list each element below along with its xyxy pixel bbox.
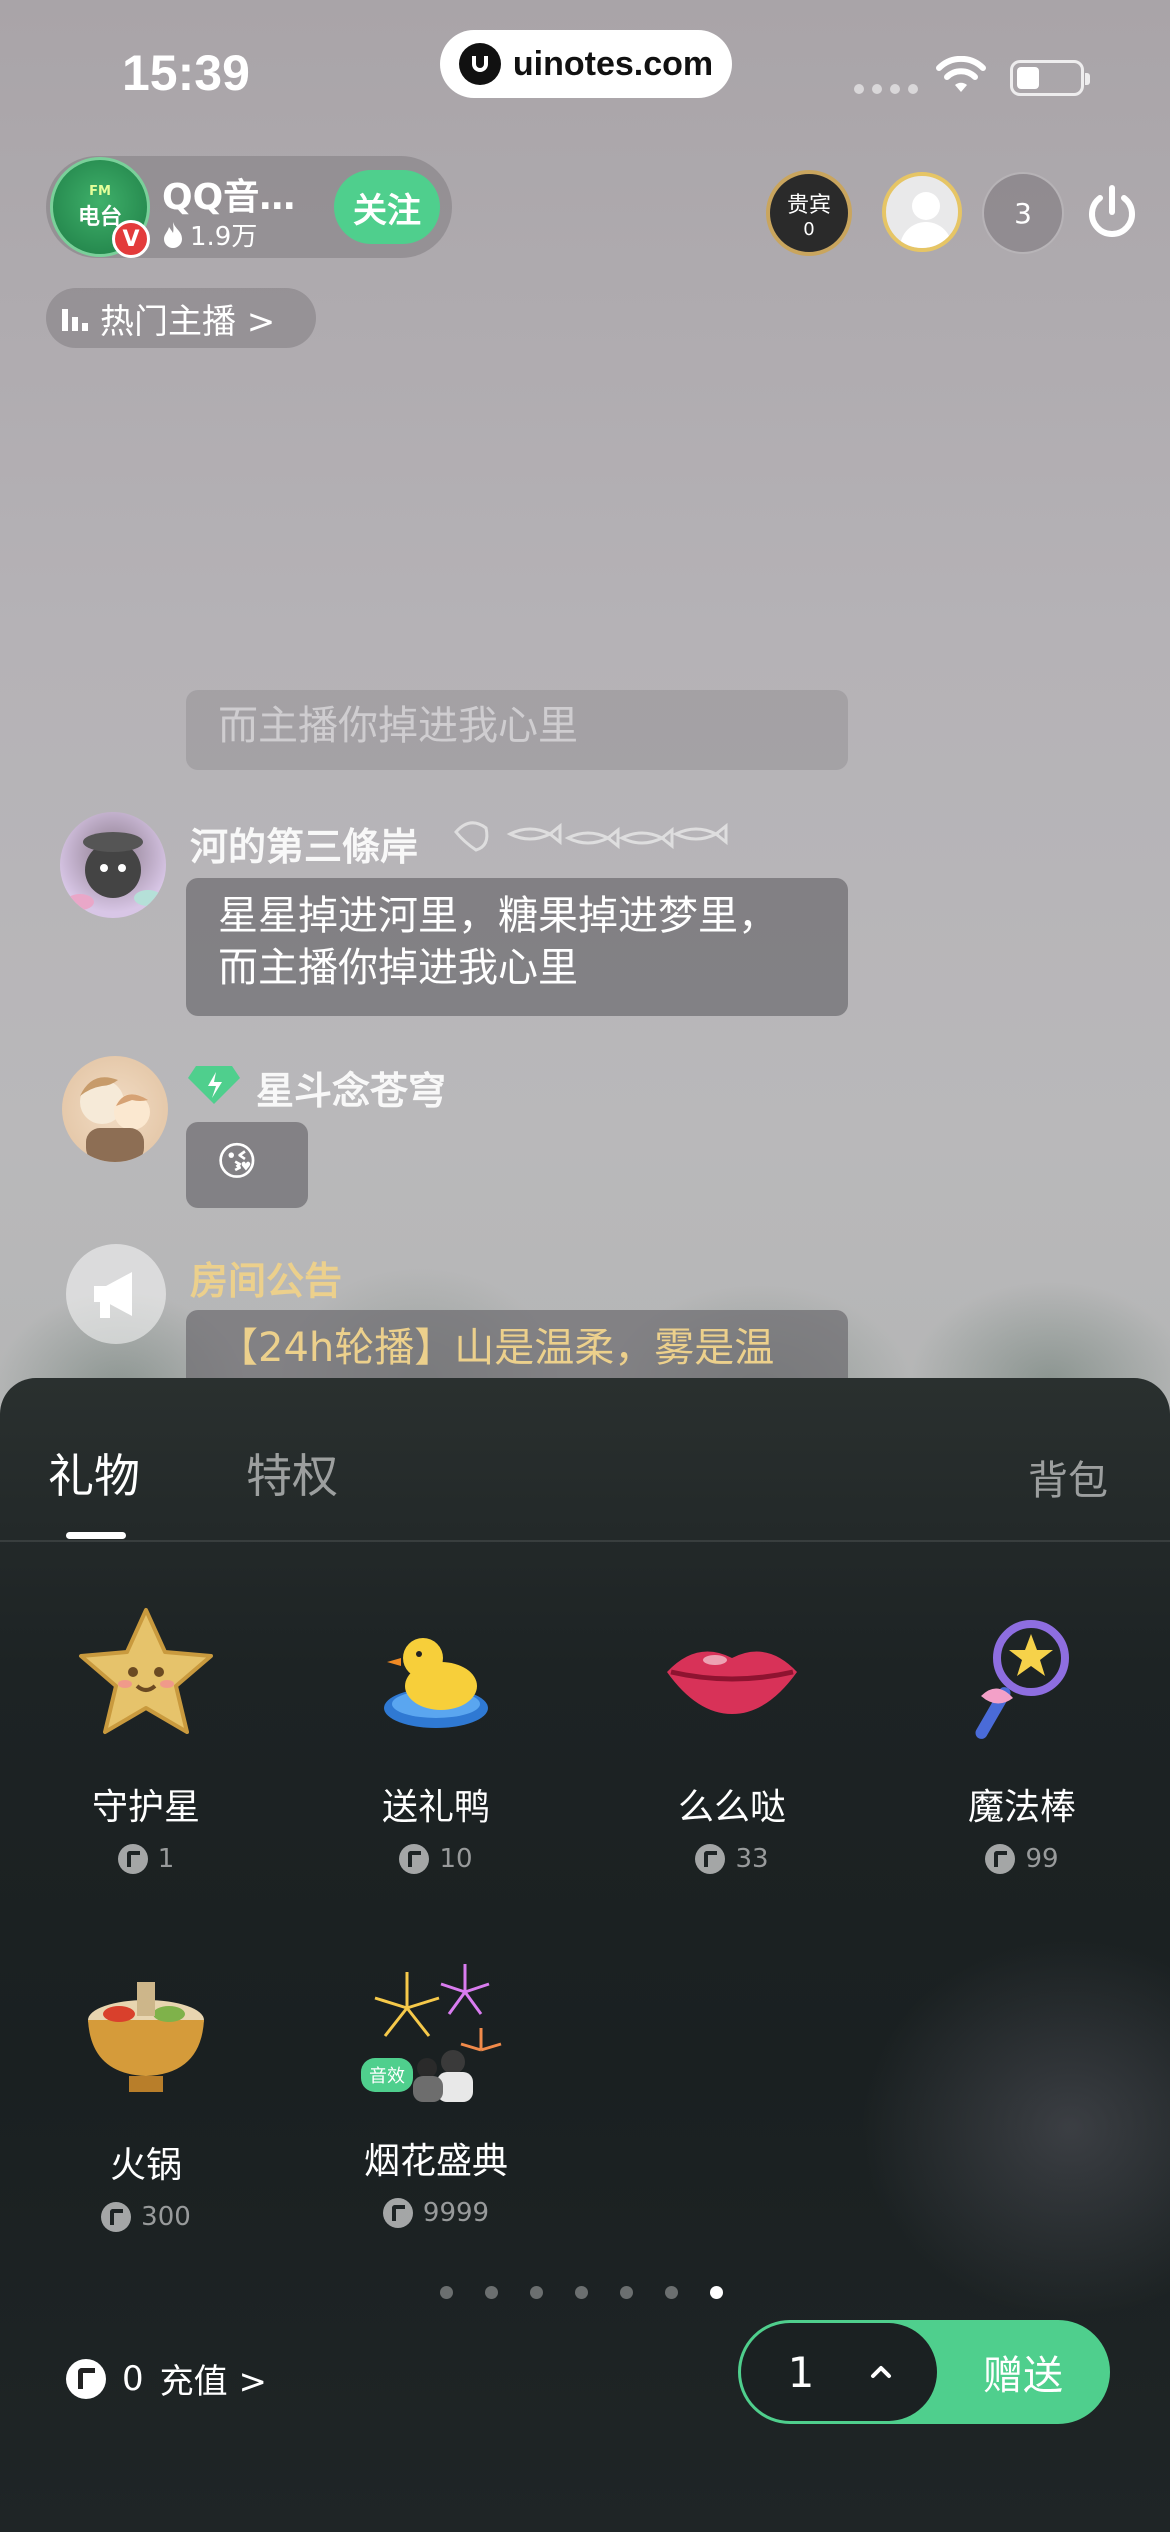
announcement-avatar	[66, 1244, 166, 1344]
balance-value: 0	[122, 2358, 144, 2399]
balance-area[interactable]: 0 充值 >	[66, 2354, 267, 2403]
star-gift-icon	[79, 1608, 213, 1734]
coin-icon	[382, 2198, 413, 2228]
url-pill[interactable]: uinotes.com	[440, 30, 732, 98]
follow-button[interactable]: 关注	[334, 170, 440, 244]
fish-decoration-icon	[454, 821, 728, 852]
tab-privileges[interactable]: 特权	[246, 1440, 338, 1506]
coin-icon	[985, 1844, 1016, 1874]
wifi-icon	[936, 56, 986, 92]
send-gift-group: 1 赠送	[738, 2320, 1110, 2424]
verified-badge: V	[112, 220, 150, 258]
announcement-title: 房间公告	[190, 1259, 343, 1303]
chat-avatar[interactable]	[62, 1056, 168, 1162]
coin-icon	[117, 1844, 148, 1874]
flame-icon	[164, 221, 182, 248]
battery-icon	[1010, 60, 1090, 96]
chat-username[interactable]: 河的第三條岸	[190, 816, 418, 871]
gift-item[interactable]: 么么哒 33	[622, 1600, 842, 1874]
host-info-pill[interactable]: FM 电台 V QQ音… 1.9万 关注	[46, 156, 452, 258]
gift-item[interactable]: 火锅 300	[36, 1958, 256, 2232]
megaphone-icon	[94, 1272, 132, 1318]
recharge-link[interactable]: 充值 >	[160, 2354, 267, 2403]
gift-item[interactable]: 魔法棒 99	[912, 1600, 1132, 1874]
coin-icon	[399, 1844, 430, 1874]
sound-effect-tag: 音效	[361, 2058, 413, 2092]
quantity-selector[interactable]: 1	[741, 2323, 937, 2421]
lips-gift-icon	[667, 1651, 797, 1714]
gift-panel: 礼物 特权 背包 守护星 1 送礼鸭 10 么么哒 33 魔法棒 99 火锅 3…	[0, 1378, 1170, 2532]
diamond-badge-icon	[188, 1066, 240, 1104]
page-indicator	[440, 2286, 723, 2299]
gift-item[interactable]: 送礼鸭 10	[326, 1600, 546, 1874]
chat-avatar[interactable]	[60, 812, 166, 918]
viewer-count-button[interactable]: 3	[982, 172, 1064, 254]
coin-icon	[66, 2358, 106, 2399]
url-text: uinotes.com	[512, 44, 714, 83]
host-popularity: 1.9万	[162, 216, 257, 253]
duck-gift-icon	[384, 1638, 488, 1728]
cellular-signal-icon	[854, 84, 918, 94]
cat-avatar-icon	[66, 832, 162, 910]
hot-anchors-button[interactable]: 热门主播 >	[46, 288, 316, 348]
vip-seat-badge[interactable]: 贵宾 0	[766, 170, 852, 256]
power-exit-icon[interactable]	[1084, 184, 1140, 240]
quantity-value: 1	[787, 2347, 815, 2397]
tab-active-indicator	[66, 1532, 126, 1539]
chevron-up-icon[interactable]	[861, 2352, 901, 2392]
send-button[interactable]: 赠送	[937, 2323, 1107, 2421]
divider	[0, 1540, 1170, 1542]
chart-bars-icon	[62, 305, 88, 331]
viewer-avatar[interactable]	[882, 172, 962, 252]
coin-icon	[101, 2202, 132, 2232]
status-time: 15:39	[122, 45, 250, 101]
host-name: QQ音…	[162, 177, 296, 218]
chat-message-bubble: 星星掉进河里，糖果掉进梦里， 而主播你掉进我心里	[186, 878, 848, 1016]
gift-item[interactable]: 音效 烟花盛典 9999	[326, 1958, 546, 2228]
wand-gift-icon	[975, 1620, 1069, 1739]
gift-item[interactable]: 守护星 1	[36, 1600, 256, 1874]
tab-backpack[interactable]: 背包	[1028, 1448, 1108, 1506]
chat-username[interactable]: 星斗念苍穹	[256, 1060, 446, 1115]
hotpot-gift-icon	[88, 1982, 204, 2092]
anime-avatar-icon	[80, 1077, 150, 1162]
chat-emoji-bubble: 😘	[186, 1122, 308, 1208]
tab-gifts[interactable]: 礼物	[48, 1440, 140, 1506]
coin-icon	[695, 1844, 726, 1874]
chat-message-faded: 而主播你掉进我心里	[186, 690, 848, 770]
site-logo-icon	[458, 43, 501, 85]
